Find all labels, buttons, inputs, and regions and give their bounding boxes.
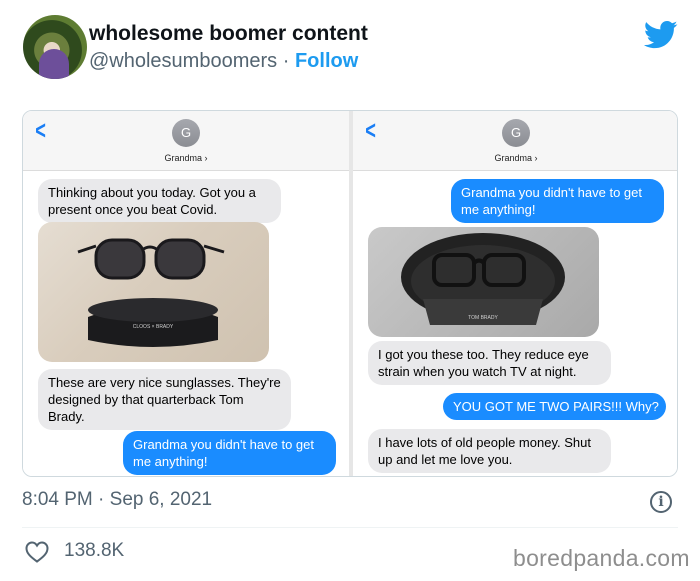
display-name[interactable]: wholesome boomer content xyxy=(89,22,368,46)
case-brand-text: CLOOS × BRADY xyxy=(133,324,174,330)
message-bubble-incoming: Thinking about you today. Got you a pres… xyxy=(38,179,281,223)
user-handle[interactable]: @wholesumboomers xyxy=(89,50,277,72)
contact-name: Grandma › xyxy=(164,153,208,163)
handle-row: @wholesumboomers · Follow xyxy=(89,50,358,73)
message-bubble-outgoing: YOU GOT ME TWO PAIRS!!! Why? xyxy=(443,393,666,420)
separator-dot: · xyxy=(282,50,290,72)
message-bubble-outgoing: Grandma you didn't have to get me anythi… xyxy=(451,179,664,223)
glasses-in-case-photo: TOM BRADY xyxy=(368,227,599,337)
contact-avatar: G xyxy=(502,119,530,147)
message-bubble-incoming: These are very nice sunglasses. They're … xyxy=(38,369,291,430)
back-chevron-icon: < xyxy=(365,115,376,145)
imessage-screenshot-right: < G Grandma › Grandma you didn't have to… xyxy=(353,111,677,476)
like-count[interactable]: 138.8K xyxy=(64,540,124,562)
imessage-header: < G Grandma › xyxy=(23,111,349,171)
contact-avatar: G xyxy=(172,119,200,147)
twitter-logo-icon[interactable] xyxy=(644,20,678,50)
info-icon[interactable]: i xyxy=(650,491,672,513)
footer-divider xyxy=(22,527,678,528)
imessage-screenshot-left: < G Grandma › Thinking about you today. … xyxy=(23,111,349,476)
sunglasses-photo: CLOOS × BRADY xyxy=(38,222,269,362)
glasses-case-illustration: TOM BRADY xyxy=(401,233,565,325)
watermark: boredpanda.com xyxy=(513,545,690,571)
sunglasses-illustration: CLOOS × BRADY xyxy=(77,238,225,347)
case-brand-text: TOM BRADY xyxy=(468,315,498,321)
message-bubble-incoming: I have lots of old people money. Shut up… xyxy=(368,429,611,473)
tweet-header: wholesome boomer content @wholesumboomer… xyxy=(18,14,682,84)
tweet-image[interactable]: < G Grandma › Thinking about you today. … xyxy=(22,110,678,477)
contact-name: Grandma › xyxy=(494,153,538,163)
profile-avatar[interactable] xyxy=(23,15,87,79)
back-chevron-icon: < xyxy=(35,115,46,145)
follow-button[interactable]: Follow xyxy=(295,50,358,72)
message-bubble-outgoing: Grandma you didn't have to get me anythi… xyxy=(123,431,336,475)
tweet-timestamp[interactable]: 8:04 PM · Sep 6, 2021 xyxy=(22,489,212,511)
imessage-header: < G Grandma › xyxy=(353,111,677,171)
heart-icon[interactable] xyxy=(25,541,49,563)
message-bubble-incoming: I got you these too. They reduce eye str… xyxy=(368,341,611,385)
